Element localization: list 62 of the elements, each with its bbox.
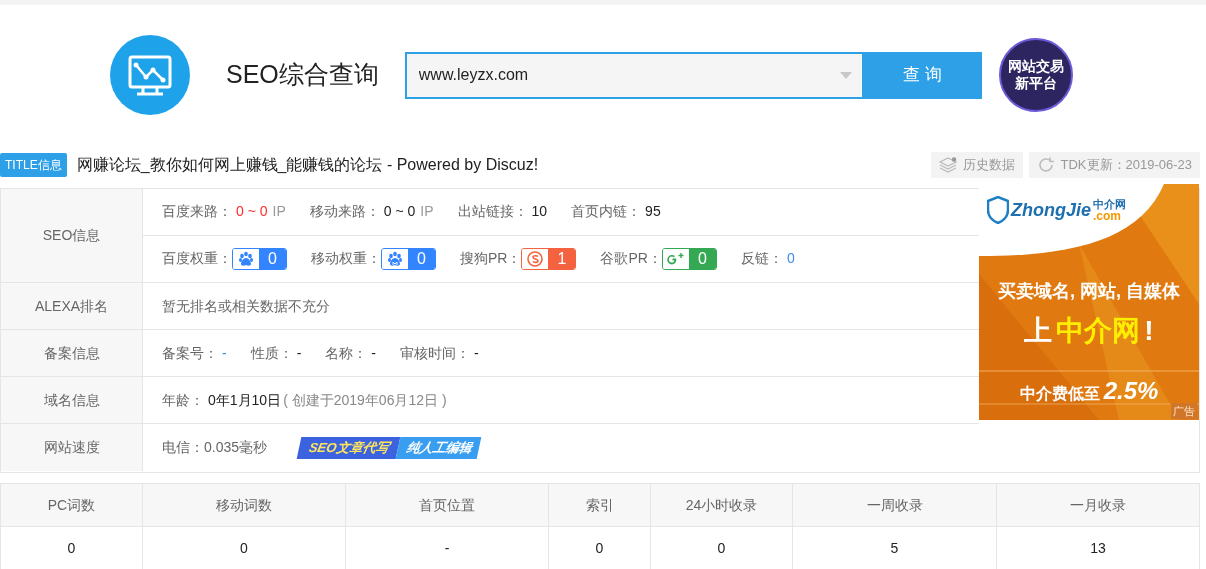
logo-text: .com bbox=[1093, 210, 1121, 222]
info-text: 审核时间： - bbox=[400, 343, 479, 363]
page-title-text: 网赚论坛_教你如何网上赚钱_能赚钱的论坛 - Powered by Discuz! bbox=[76, 155, 539, 175]
rank-badge: 0 bbox=[661, 247, 717, 270]
table-cell: 0 bbox=[651, 527, 793, 569]
title-label: TITLE信息 bbox=[0, 153, 67, 177]
refresh-icon bbox=[1036, 156, 1055, 174]
stack-icon bbox=[938, 157, 957, 173]
logo-text: ZhongJie bbox=[1011, 199, 1091, 221]
info-text: 百度来路： 0 ~ 0 IP bbox=[162, 202, 286, 222]
table-cell: 0 bbox=[143, 527, 346, 569]
logo-text: 中介网 bbox=[1093, 198, 1126, 210]
row-label: SEO信息 bbox=[42, 226, 101, 245]
row-label: 域名信息 bbox=[43, 390, 100, 410]
table-cell: 0 bbox=[1, 527, 143, 569]
column-header: 24小时收录 bbox=[651, 484, 793, 526]
column-header: 一周收录 bbox=[793, 484, 997, 526]
dropdown-caret-icon[interactable] bbox=[839, 71, 852, 80]
rank-label: 百度权重： bbox=[162, 249, 232, 269]
row-label: 备案信息 bbox=[43, 343, 100, 363]
info-text: 首页内链： 95 bbox=[571, 202, 661, 222]
info-text: 名称： - bbox=[325, 343, 376, 363]
table-cell-text: 13 bbox=[1089, 539, 1107, 558]
info-text: 暂无排名或相关数据不充分 bbox=[162, 296, 330, 316]
column-header: 首页位置 bbox=[346, 484, 549, 526]
gplus-icon bbox=[666, 250, 685, 267]
info-text: 性质： - bbox=[250, 343, 302, 363]
paw-icon bbox=[387, 250, 403, 267]
row-label: 网站速度 bbox=[43, 438, 100, 457]
info-text: 出站链接： 10 bbox=[457, 202, 548, 222]
history-data-button[interactable]: 历史数据 bbox=[930, 152, 1023, 178]
tdk-update-button[interactable]: TDK更新：2019-06-23 bbox=[1028, 152, 1200, 178]
promo-badge[interactable]: 网站交易 新平台 bbox=[998, 38, 1073, 112]
table-cell: 0 bbox=[549, 527, 651, 569]
column-header: PC词数 bbox=[1, 484, 143, 526]
table-cell: 5 bbox=[793, 527, 997, 569]
info-text: 反链： 0 bbox=[740, 249, 795, 269]
rank-label: 谷歌PR： bbox=[600, 249, 662, 269]
shield-icon bbox=[987, 196, 1009, 224]
search-button[interactable]: 查 询 bbox=[863, 51, 982, 99]
rank-badge: 0 bbox=[381, 247, 436, 270]
monitor-chart-icon bbox=[110, 35, 190, 115]
rank-badge: 1 bbox=[521, 247, 577, 270]
ad-headline: 上中介网! bbox=[1023, 314, 1155, 348]
rank-label: 移动权重： bbox=[311, 249, 381, 269]
page-title: SEO综合查询 bbox=[226, 59, 379, 91]
ad-text: 中介费低至 2.5% bbox=[1018, 376, 1160, 406]
search-field[interactable]: www.leyzx.com bbox=[404, 51, 864, 99]
paw-icon bbox=[238, 250, 254, 267]
ad-text: 买卖域名, 网站, 自媒体 bbox=[997, 280, 1181, 303]
table-cell: - bbox=[346, 527, 549, 569]
s-circle-icon bbox=[527, 250, 544, 267]
rank-label: 搜狗PR： bbox=[460, 249, 522, 269]
column-header: 移动词数 bbox=[143, 484, 346, 526]
info-text: 年龄： 0年1月10日( 创建于2019年06月12日 ) bbox=[162, 390, 447, 410]
row-label: ALEXA排名 bbox=[34, 296, 109, 316]
info-text: 备案号： - bbox=[162, 343, 227, 363]
rank-badge: 0 bbox=[232, 247, 287, 270]
info-text: 电信：0.035毫秒 bbox=[162, 438, 268, 457]
info-text: 移动来路： 0 ~ 0 IP bbox=[309, 202, 434, 222]
column-header: 一月收录 bbox=[1069, 495, 1127, 515]
column-header: 索引 bbox=[549, 484, 651, 526]
